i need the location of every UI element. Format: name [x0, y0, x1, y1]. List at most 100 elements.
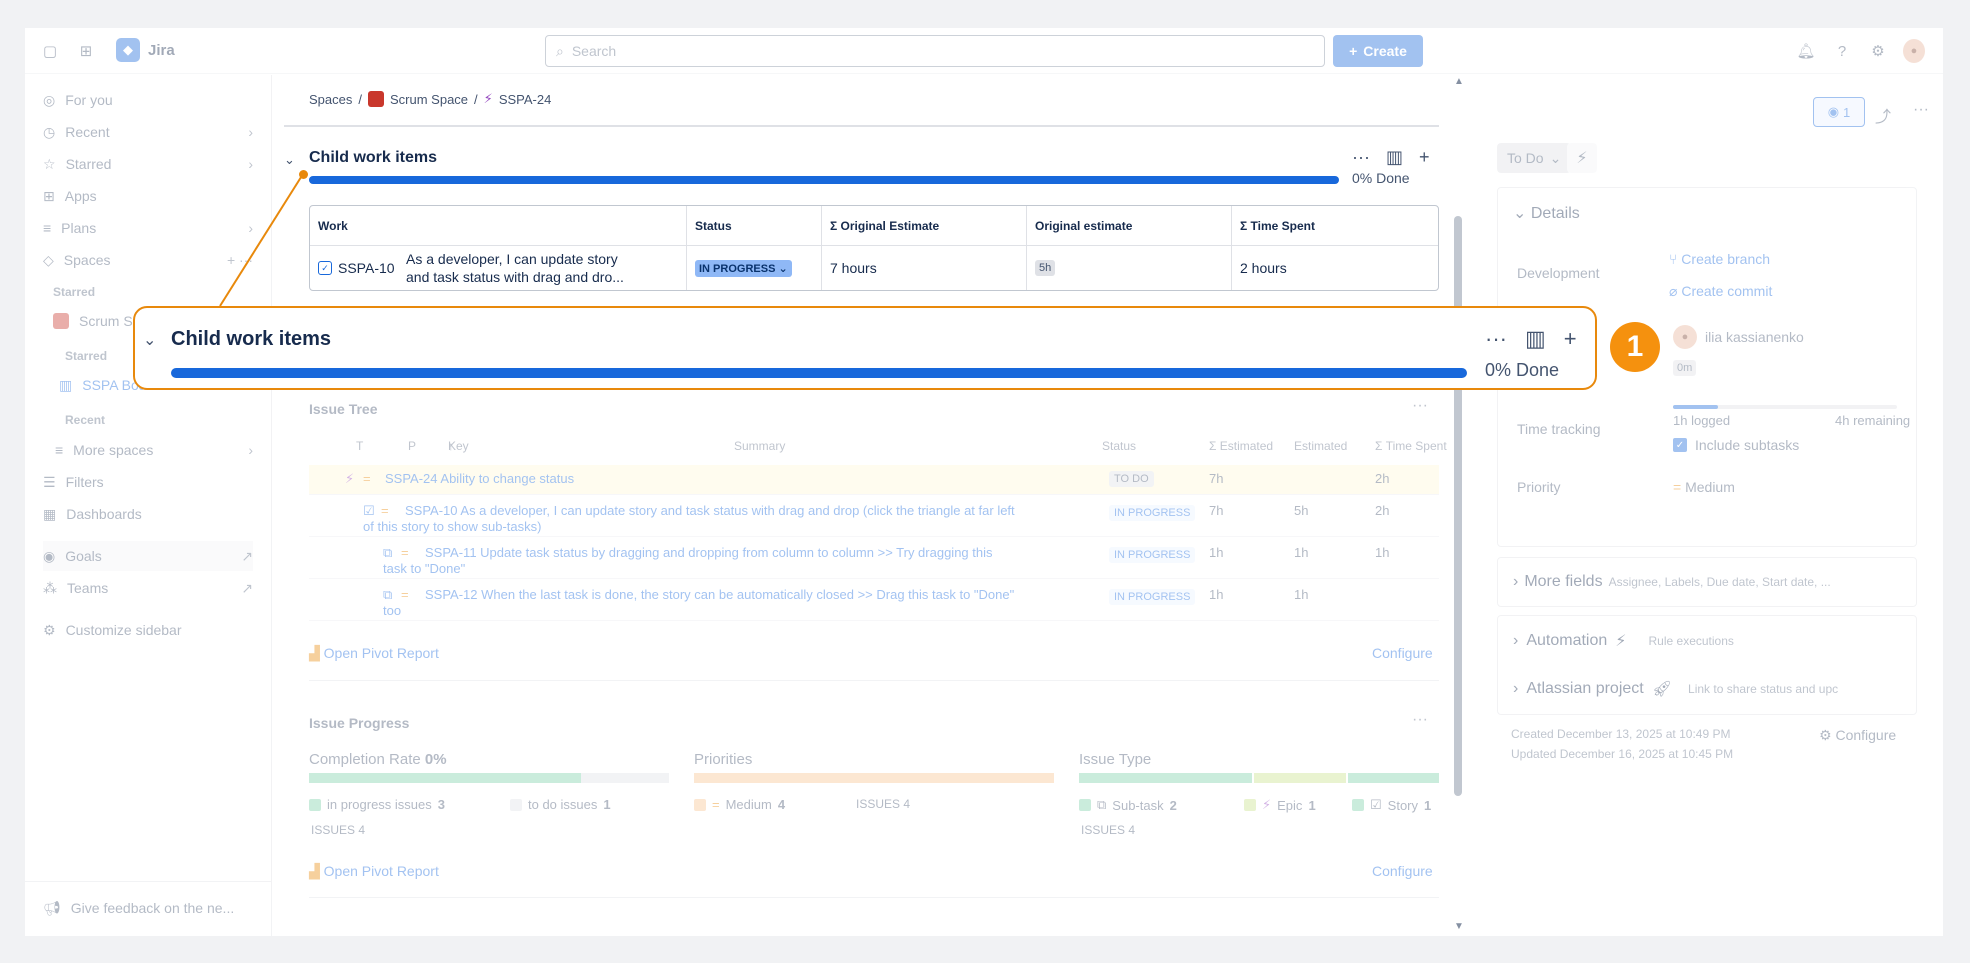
column-header-sum-time-spent[interactable]: Σ Time Spent: [1375, 439, 1447, 453]
sidebar-item-dashboards[interactable]: ▦ Dashboards: [43, 499, 253, 529]
app-switcher-icon[interactable]: ⊞: [75, 40, 97, 62]
filter-icon: ☰: [43, 473, 56, 490]
tree-row-text[interactable]: SSPA-12 When the last task is done, the …: [425, 587, 1095, 602]
column-header-work[interactable]: Work: [310, 206, 687, 245]
assignee-field[interactable]: ● ilia kassianenko: [1673, 325, 1804, 349]
more-fields-toggle[interactable]: › More fields Assignee, Labels, Due date, …: [1513, 573, 1831, 591]
status-lozenge[interactable]: IN PROGRESS ⌄: [695, 259, 792, 277]
user-circle-icon: ◎: [43, 91, 56, 108]
priority-value[interactable]: = Medium: [1673, 479, 1735, 495]
breadcrumb-space[interactable]: Scrum Space: [390, 92, 468, 107]
create-branch-link[interactable]: ⑂ Create branch: [1669, 251, 1770, 267]
column-header-priority[interactable]: P: [408, 439, 416, 453]
sidebar-item-recent[interactable]: ◷ Recent ›: [43, 117, 253, 147]
zoomed-child-work-items: ⌄ Child work items ··· ▥ + 0% Done: [133, 306, 1597, 390]
search-input[interactable]: ⌕ Search: [545, 35, 1325, 67]
column-header-status[interactable]: Status: [1102, 439, 1136, 453]
column-header-key[interactable]: Key ↑: [448, 439, 469, 453]
add-icon[interactable]: +: [1564, 326, 1577, 352]
status-lozenge: IN PROGRESS: [1109, 505, 1196, 521]
time-tracking-bar[interactable]: [1673, 405, 1897, 409]
original-estimate-cell[interactable]: 5h: [1027, 246, 1232, 290]
column-header-sum-estimated[interactable]: Σ Estimated: [1209, 439, 1273, 453]
tree-row-text[interactable]: SSPA-24 Ability to change status: [385, 471, 574, 486]
scroll-up-icon[interactable]: ▲: [1454, 76, 1464, 87]
customize-icon: ⚙: [43, 621, 56, 638]
include-subtasks-checkbox[interactable]: ✓ Include subtasks: [1673, 437, 1799, 453]
sidebar-item-plans[interactable]: ≡ Plans ›: [43, 213, 253, 243]
share-icon[interactable]: ⤴: [1875, 103, 1891, 127]
time-spent: 2h: [1375, 471, 1390, 486]
configure-link[interactable]: Configure: [1372, 863, 1433, 879]
table-row[interactable]: ☑ = SSPA-10 As a developer, I can update…: [309, 495, 1439, 537]
column-header-estimated[interactable]: Estimated: [1294, 439, 1347, 453]
columns-icon[interactable]: ▥: [1386, 147, 1403, 168]
breadcrumb-issue[interactable]: SSPA-24: [499, 92, 552, 107]
add-space-icon[interactable]: + ···: [227, 252, 253, 268]
sidebar-item-goals[interactable]: ◉ Goals ↗: [43, 541, 253, 571]
sidebar-item-apps[interactable]: ⊞ Apps: [43, 181, 253, 211]
more-icon[interactable]: ···: [1913, 101, 1929, 119]
create-button[interactable]: + Create: [1333, 35, 1423, 67]
table-row[interactable]: ⧉ = SSPA-11 Update task status by draggi…: [309, 537, 1439, 579]
sidebar-item-for-you[interactable]: ◎ For you: [43, 85, 253, 115]
chevron-down-icon[interactable]: ⌄: [143, 330, 156, 350]
table-row[interactable]: ✓ SSPA-10 As a developer, I can update s…: [310, 246, 1438, 290]
sidebar-item-starred[interactable]: ☆ Starred ›: [43, 149, 253, 179]
breadcrumb-spaces[interactable]: Spaces: [309, 92, 352, 107]
status-dropdown[interactable]: To Do ⌄: [1497, 143, 1572, 173]
table-row[interactable]: ⚡︎ = SSPA-24 Ability to change status TO…: [309, 465, 1439, 495]
tree-row-text-continued[interactable]: of this story to show sub-tasks): [363, 519, 541, 534]
columns-icon[interactable]: ▥: [1525, 326, 1546, 352]
tree-row-text[interactable]: SSPA-10 As a developer, I can update sto…: [405, 503, 1095, 518]
tree-row-text-continued[interactable]: task to "Done": [383, 561, 465, 576]
help-icon[interactable]: ?: [1831, 40, 1853, 62]
column-header-summary[interactable]: Summary: [734, 439, 785, 453]
sidebar-item-spaces[interactable]: ◇ Spaces + ···: [43, 245, 253, 275]
create-commit-link[interactable]: ⌀ Create commit: [1669, 283, 1772, 300]
open-pivot-report-link[interactable]: ▟ Open Pivot Report: [309, 863, 439, 880]
column-header-type[interactable]: T: [356, 439, 363, 453]
sidebar-item-customize[interactable]: ⚙ Customize sidebar: [43, 615, 253, 645]
column-header-sum-original-estimate[interactable]: Σ Original Estimate: [822, 206, 1027, 245]
configure-link[interactable]: Configure: [1372, 645, 1433, 661]
tree-row-text-continued[interactable]: too: [383, 603, 401, 618]
add-icon[interactable]: +: [1419, 147, 1430, 168]
column-header-status[interactable]: Status: [687, 206, 822, 245]
chevron-down-icon[interactable]: ⌄: [284, 152, 295, 168]
jira-logo[interactable]: ◆ Jira: [116, 38, 175, 62]
more-icon[interactable]: ···: [1352, 147, 1370, 168]
assignee-name: ilia kassianenko: [1705, 329, 1804, 345]
sidebar-toggle-icon[interactable]: ▢: [39, 40, 61, 62]
rule-executions-label: Rule executions: [1648, 634, 1734, 648]
more-icon[interactable]: ···: [1485, 326, 1507, 352]
sidebar-item-filters[interactable]: ☰ Filters: [43, 467, 253, 497]
sidebar-item-more-spaces[interactable]: ≡ More spaces ›: [55, 435, 253, 465]
work-summary[interactable]: As a developer, I can update story and t…: [406, 250, 624, 286]
settings-icon[interactable]: ⚙: [1867, 40, 1889, 62]
automation-toggle[interactable]: › Automation ⚡︎ Rule executions: [1513, 631, 1734, 651]
work-key[interactable]: SSPA-10: [338, 260, 406, 276]
feedback-button[interactable]: 📢︎ Give feedback on the ne...: [43, 893, 253, 923]
configure-button[interactable]: ⚙ Configure: [1819, 727, 1896, 744]
profile-avatar[interactable]: ●: [1903, 39, 1925, 63]
table-row[interactable]: ⧉ = SSPA-12 When the last task is done, …: [309, 579, 1439, 621]
status-cell[interactable]: IN PROGRESS ⌄: [687, 246, 822, 290]
more-icon[interactable]: ···: [1412, 711, 1428, 729]
watch-button[interactable]: ◉ 1: [1813, 97, 1865, 127]
main-scrollbar[interactable]: ▲ ▼: [1453, 76, 1464, 936]
automation-icon[interactable]: ⚡︎: [1567, 143, 1597, 173]
column-header-sum-time-spent[interactable]: Σ Time Spent: [1232, 206, 1438, 245]
more-icon[interactable]: ···: [1412, 397, 1428, 415]
tree-row-text[interactable]: SSPA-11 Update task status by dragging a…: [425, 545, 1095, 560]
atlassian-project-toggle[interactable]: › Atlassian project 🚀︎ Link to share status…: [1513, 679, 1838, 699]
notifications-icon[interactable]: 🔔︎: [1795, 40, 1817, 62]
column-header-original-estimate[interactable]: Original estimate: [1027, 206, 1232, 245]
work-cell[interactable]: ✓ SSPA-10 As a developer, I can update s…: [310, 246, 687, 290]
details-toggle[interactable]: ⌄ Details: [1513, 203, 1580, 223]
scroll-down-icon[interactable]: ▼: [1454, 921, 1464, 932]
scroll-thumb[interactable]: [1454, 216, 1462, 796]
open-pivot-report-link[interactable]: ▟ Open Pivot Report: [309, 645, 439, 662]
sidebar-item-teams[interactable]: ⁂ Teams ↗: [43, 573, 253, 603]
estimate-value[interactable]: 0m: [1673, 360, 1697, 376]
